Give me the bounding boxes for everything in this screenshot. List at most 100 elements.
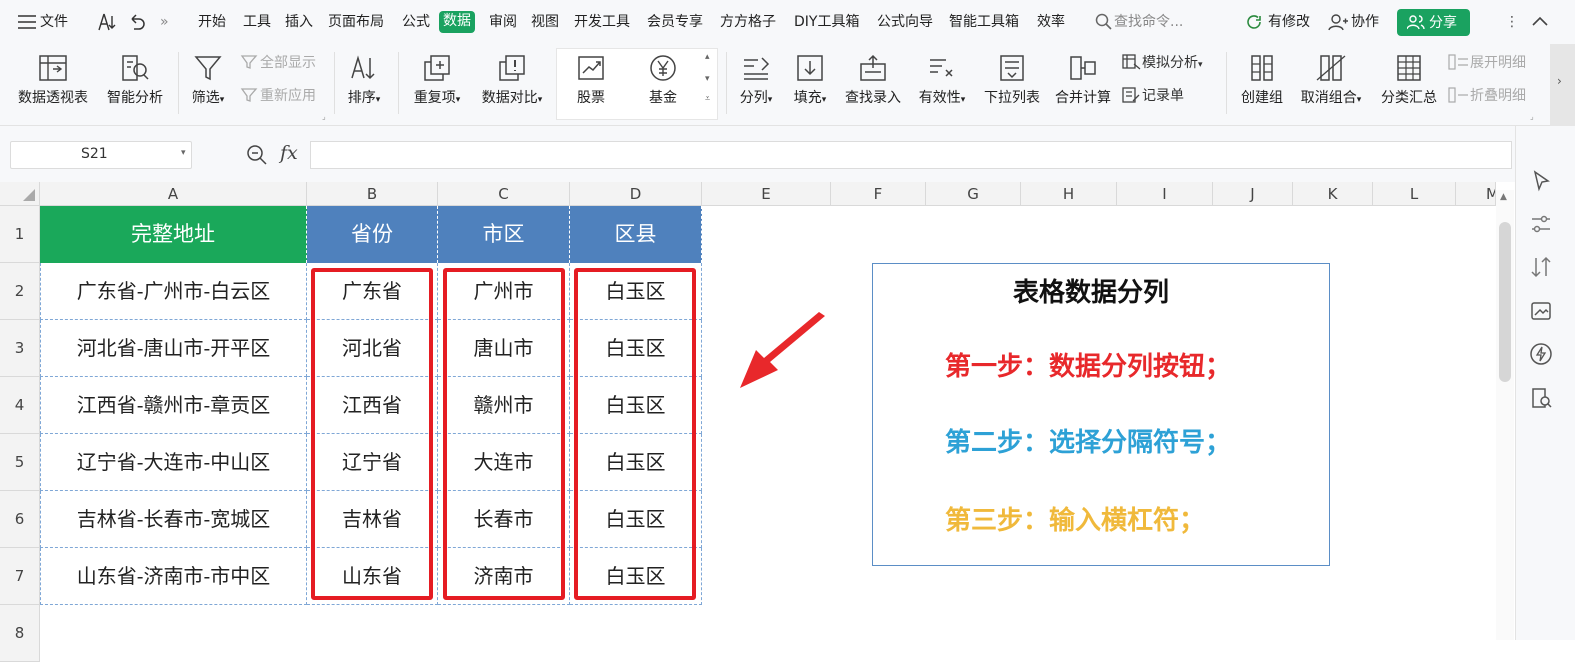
column-header-h[interactable]: H xyxy=(1021,182,1117,206)
column-header-m[interactable]: M xyxy=(1456,182,1496,206)
filter-button[interactable]: 筛选▾ xyxy=(186,52,230,110)
collab-button[interactable]: 协作 xyxy=(1351,12,1379,32)
row-header-6[interactable]: 6 xyxy=(0,491,40,548)
column-header-k[interactable]: K xyxy=(1293,182,1373,206)
cell-full-address[interactable]: 吉林省-长春市-宽城区 xyxy=(40,491,307,548)
format-painter-icon[interactable] xyxy=(96,12,118,32)
column-header-f[interactable]: F xyxy=(831,182,926,206)
duplicates-button[interactable]: 重复项▾ xyxy=(408,52,466,110)
gallery-down-icon[interactable]: ▾ xyxy=(705,74,710,84)
data-compare-button[interactable]: 数据对比▾ xyxy=(476,52,548,110)
more-icon[interactable]: » xyxy=(160,12,169,32)
tab-formula[interactable]: 公式 xyxy=(402,12,430,32)
create-group-button[interactable]: 创建组 xyxy=(1236,52,1288,108)
undo-icon[interactable] xyxy=(128,13,146,31)
tab-start[interactable]: 开始 xyxy=(198,12,226,32)
cell-full-address[interactable]: 河北省-唐山市-开平区 xyxy=(40,320,307,377)
tab-view[interactable]: 视图 xyxy=(531,12,559,32)
column-header-b[interactable]: B xyxy=(307,182,438,206)
validation-button[interactable]: 有效性▾ xyxy=(914,52,970,110)
column-header-i[interactable]: I xyxy=(1117,182,1213,206)
settings-slider-icon[interactable] xyxy=(1528,211,1554,237)
fill-button[interactable]: 填充▾ xyxy=(788,52,832,110)
tab-data[interactable]: 数据 xyxy=(439,11,475,33)
book-search-icon[interactable] xyxy=(1528,385,1554,411)
image-edit-icon[interactable] xyxy=(1528,298,1554,324)
tab-developer[interactable]: 开发工具 xyxy=(574,12,630,32)
row-header-3[interactable]: 3 xyxy=(0,320,40,377)
sort-button[interactable]: 排序▾ xyxy=(342,52,386,110)
modified-status[interactable]: 有修改 xyxy=(1268,12,1310,32)
ungroup-button[interactable]: 取消组合▾ xyxy=(1296,52,1366,110)
column-header-a[interactable]: A xyxy=(40,182,307,206)
tab-efficiency[interactable]: 效率 xyxy=(1037,12,1065,32)
column-header-d[interactable]: D xyxy=(570,182,702,206)
tab-diy[interactable]: DIY工具箱 xyxy=(794,12,859,32)
sort-transfer-icon[interactable] xyxy=(1528,254,1554,280)
more-vertical-icon[interactable]: ⋮ xyxy=(1505,12,1519,32)
tab-insert[interactable]: 插入 xyxy=(285,12,313,32)
fund-button[interactable]: 基金 xyxy=(638,52,688,108)
header-full-address[interactable]: 完整地址 xyxy=(40,206,307,263)
cell-full-address[interactable]: 山东省-济南市-市中区 xyxy=(40,548,307,605)
column-header-e[interactable]: E xyxy=(702,182,831,206)
lookup-entry-button[interactable]: 查找录入 xyxy=(842,52,904,108)
vertical-scrollbar[interactable]: ▲ xyxy=(1496,190,1514,640)
column-header-g[interactable]: G xyxy=(926,182,1021,206)
header-district[interactable]: 区县 xyxy=(570,206,702,263)
dialog-launcher-icon[interactable]: ⌟ xyxy=(1530,112,1534,121)
record-form-button[interactable]: 记录单 xyxy=(1122,86,1184,106)
search-command[interactable]: 查找命令... xyxy=(1114,12,1183,32)
collapse-ribbon-icon[interactable] xyxy=(1532,16,1548,26)
scroll-thumb[interactable] xyxy=(1499,222,1511,382)
collapse-detail-button[interactable]: 折叠明细 xyxy=(1448,86,1526,106)
column-header-c[interactable]: C xyxy=(438,182,570,206)
cell-full-address[interactable]: 辽宁省-大连市-中山区 xyxy=(40,434,307,491)
tab-ffgz[interactable]: 方方格子 xyxy=(720,12,776,32)
column-header-j[interactable]: J xyxy=(1213,182,1293,206)
gallery-more-icon[interactable]: ⩡ xyxy=(705,94,710,104)
name-box[interactable]: S21 ▾ xyxy=(10,141,192,169)
gallery-up-icon[interactable]: ▴ xyxy=(705,52,710,62)
search-icon[interactable] xyxy=(1095,13,1112,30)
dropdown-list-button[interactable]: 下拉列表 xyxy=(980,52,1044,108)
smart-analysis-button[interactable]: 智能分析 xyxy=(103,52,167,108)
subtotal-button[interactable]: 分类汇总 xyxy=(1378,52,1440,108)
tab-member[interactable]: 会员专享 xyxy=(647,12,703,32)
what-if-button[interactable]: 模拟分析▾ xyxy=(1122,53,1203,75)
show-all-button[interactable]: 全部显示 xyxy=(240,53,316,73)
tab-smart-toolbox[interactable]: 智能工具箱 xyxy=(949,12,1019,32)
row-header-2[interactable]: 2 xyxy=(0,263,40,320)
tab-page-layout[interactable]: 页面布局 xyxy=(328,12,384,32)
expand-detail-button[interactable]: 展开明细 xyxy=(1448,53,1526,73)
reapply-button[interactable]: 重新应用 xyxy=(240,86,316,106)
select-all-corner[interactable] xyxy=(0,182,40,206)
column-header-l[interactable]: L xyxy=(1373,182,1456,206)
tab-review[interactable]: 审阅 xyxy=(489,12,517,32)
tab-formula-wizard[interactable]: 公式向导 xyxy=(877,12,933,32)
merge-calc-button[interactable]: 合并计算 xyxy=(1052,52,1114,108)
ribbon-scroll-right[interactable]: › xyxy=(1550,44,1575,126)
dialog-launcher-icon[interactable]: ⌟ xyxy=(322,112,326,121)
tab-tools[interactable]: 工具 xyxy=(243,12,271,32)
row-header-4[interactable]: 4 xyxy=(0,377,40,434)
lightning-icon[interactable] xyxy=(1528,341,1554,367)
menu-file[interactable]: 文件 xyxy=(40,12,68,32)
share-button[interactable]: 分享 xyxy=(1397,9,1470,36)
row-header-7[interactable]: 7 xyxy=(0,548,40,605)
stock-button[interactable]: 股票 xyxy=(566,52,616,108)
cell-full-address[interactable]: 广东省-广州市-白云区 xyxy=(40,263,307,320)
fx-icon[interactable]: fx xyxy=(280,142,298,164)
pivot-table-button[interactable]: 数据透视表 xyxy=(14,52,92,108)
hamburger-icon[interactable] xyxy=(18,15,36,29)
formula-input[interactable] xyxy=(310,141,1512,169)
zoom-icon[interactable] xyxy=(246,144,268,166)
row-header-8[interactable]: 8 xyxy=(0,605,40,662)
row-header-5[interactable]: 5 xyxy=(0,434,40,491)
header-province[interactable]: 省份 xyxy=(307,206,438,263)
cell-full-address[interactable]: 江西省-赣州市-章贡区 xyxy=(40,377,307,434)
split-column-button[interactable]: 分列▾ xyxy=(734,52,778,110)
row-header-1[interactable]: 1 xyxy=(0,206,40,263)
scroll-up-icon[interactable]: ▲ xyxy=(1500,192,1507,202)
header-city[interactable]: 市区 xyxy=(438,206,570,263)
